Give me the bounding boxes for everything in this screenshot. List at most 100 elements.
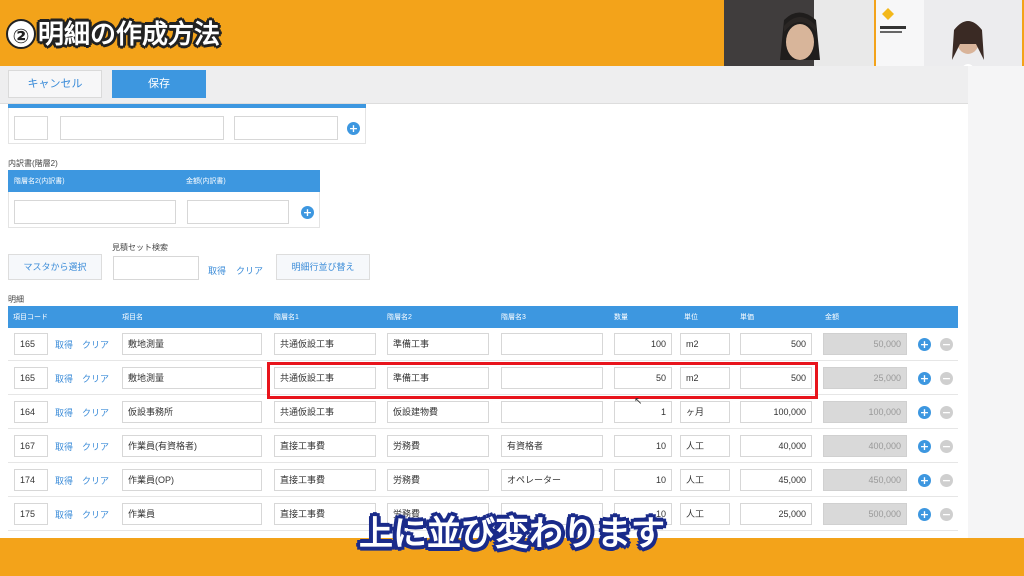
quantity-input[interactable]: 1 bbox=[614, 401, 672, 423]
unit-input[interactable]: 人工 bbox=[680, 435, 730, 457]
item-code-input[interactable]: 167 bbox=[14, 435, 48, 457]
amount-field: 25,000 bbox=[823, 367, 907, 389]
row-clear-link[interactable]: クリア bbox=[82, 372, 109, 385]
row-fetch-link[interactable]: 取得 bbox=[55, 338, 73, 351]
select-from-master-button[interactable]: マスタから選択 bbox=[8, 254, 102, 280]
unit-input[interactable]: m2 bbox=[680, 333, 730, 355]
breakdown-header: 階層名2(内訳書) 金額(内訳書) bbox=[8, 170, 320, 192]
estimate-fetch-link[interactable]: 取得 bbox=[208, 264, 226, 277]
item-name-input[interactable]: 仮設事務所 bbox=[122, 401, 262, 423]
section-title: ② 明細の作成方法 bbox=[6, 14, 220, 51]
level2-input[interactable]: 準備工事 bbox=[387, 333, 489, 355]
breakdown-amount-input[interactable] bbox=[187, 200, 289, 224]
col-item-name: 項目名 bbox=[122, 314, 143, 321]
item-code-input[interactable]: 164 bbox=[14, 401, 48, 423]
amount-field: 450,000 bbox=[823, 469, 907, 491]
unit-input[interactable]: ヶ月 bbox=[680, 401, 730, 423]
amount-field: 50,000 bbox=[823, 333, 907, 355]
item-name-input[interactable]: 作業員(OP) bbox=[122, 469, 262, 491]
level1-name-input[interactable] bbox=[60, 116, 224, 140]
cancel-button[interactable]: キャンセル bbox=[8, 70, 102, 98]
level3-input[interactable]: オペレーター bbox=[501, 469, 603, 491]
table-row: 165 取得 クリア 敷地測量 共通仮設工事 準備工事 100 m2 500 5… bbox=[8, 328, 958, 361]
level2-input[interactable]: 労務費 bbox=[387, 469, 489, 491]
col-unit-price: 単価 bbox=[740, 314, 754, 321]
caption-subtitle: 上に並び変わります bbox=[359, 514, 665, 554]
estimate-search-label: 見積セット検索 bbox=[112, 243, 168, 252]
mouse-cursor-icon: ↖ bbox=[634, 396, 643, 407]
remove-row-icon[interactable]: − bbox=[940, 474, 953, 487]
add-row-icon[interactable]: + bbox=[918, 440, 931, 453]
quantity-input[interactable]: 10 bbox=[614, 435, 672, 457]
col-level2: 階層名2 bbox=[387, 314, 412, 321]
amount-field: 100,000 bbox=[823, 401, 907, 423]
breakdown-section-label: 内訳書(階層2) bbox=[8, 159, 58, 168]
item-code-input[interactable]: 174 bbox=[14, 469, 48, 491]
quantity-input[interactable]: 100 bbox=[614, 333, 672, 355]
breakdown-col-name: 階層名2(内訳書) bbox=[14, 178, 65, 185]
item-name-input[interactable]: 敷地測量 bbox=[122, 333, 262, 355]
remove-row-icon[interactable]: − bbox=[940, 338, 953, 351]
item-code-input[interactable]: 165 bbox=[14, 367, 48, 389]
item-code-input[interactable]: 165 bbox=[14, 333, 48, 355]
item-name-input[interactable]: 敷地測量 bbox=[122, 367, 262, 389]
level1-code-input[interactable] bbox=[14, 116, 48, 140]
row-fetch-link[interactable]: 取得 bbox=[55, 406, 73, 419]
details-section-label: 明細 bbox=[8, 295, 24, 304]
level3-input[interactable] bbox=[501, 333, 603, 355]
level3-input[interactable]: 有資格者 bbox=[501, 435, 603, 457]
col-amount: 金額 bbox=[825, 314, 839, 321]
estimate-clear-link[interactable]: クリア bbox=[236, 264, 263, 277]
level2-input[interactable]: 仮設建物費 bbox=[387, 401, 489, 423]
breakdown-col-amount: 金額(内訳書) bbox=[186, 178, 226, 185]
remove-row-icon[interactable]: − bbox=[940, 406, 953, 419]
level1-input[interactable]: 直接工事費 bbox=[274, 435, 376, 457]
title-number: ② bbox=[6, 19, 36, 49]
title-text: 明細の作成方法 bbox=[38, 20, 221, 50]
level1-amount-input[interactable] bbox=[234, 116, 338, 140]
details-header: 項目コード 項目名 階層名1 階層名2 階層名3 数量 単位 単価 金額 bbox=[8, 306, 958, 328]
row-clear-link[interactable]: クリア bbox=[82, 440, 109, 453]
table-row: 167 取得 クリア 作業員(有資格者) 直接工事費 労務費 有資格者 10 人… bbox=[8, 430, 958, 463]
estimate-search-input[interactable] bbox=[113, 256, 199, 280]
unit-price-input[interactable]: 100,000 bbox=[740, 401, 812, 423]
quantity-input[interactable]: 10 bbox=[614, 469, 672, 491]
form-content: + 内訳書(階層2) 階層名2(内訳書) 金額(内訳書) + 見積セット検索 マ… bbox=[0, 104, 968, 538]
level1-input[interactable]: 共通仮設工事 bbox=[274, 401, 376, 423]
col-level1: 階層名1 bbox=[274, 314, 299, 321]
save-button[interactable]: 保存 bbox=[112, 70, 206, 98]
remove-row-icon[interactable]: − bbox=[940, 372, 953, 385]
add-row-icon[interactable]: + bbox=[918, 474, 931, 487]
row-clear-link[interactable]: クリア bbox=[82, 474, 109, 487]
level3-input[interactable] bbox=[501, 401, 603, 423]
add-breakdown-row-icon[interactable]: + bbox=[301, 206, 314, 219]
unit-price-input[interactable]: 40,000 bbox=[740, 435, 812, 457]
unit-price-input[interactable]: 500 bbox=[740, 333, 812, 355]
breakdown-name-input[interactable] bbox=[14, 200, 176, 224]
add-row-icon[interactable]: + bbox=[918, 406, 931, 419]
col-quantity: 数量 bbox=[614, 314, 628, 321]
add-row-icon[interactable]: + bbox=[918, 372, 931, 385]
add-row-icon[interactable]: + bbox=[918, 338, 931, 351]
level1-input[interactable]: 直接工事費 bbox=[274, 469, 376, 491]
row-fetch-link[interactable]: 取得 bbox=[55, 474, 73, 487]
reorder-rows-button[interactable]: 明細行並び替え bbox=[276, 254, 370, 280]
video-frame: ② 明細の作成方法 キャンセル 保存 + 内訳書(階層2) 階層名2(内訳書) … bbox=[0, 0, 1024, 576]
add-level1-row-icon[interactable]: + bbox=[347, 122, 360, 135]
app-side-margin bbox=[968, 66, 1024, 538]
level1-input[interactable]: 共通仮設工事 bbox=[274, 333, 376, 355]
item-name-input[interactable]: 作業員(有資格者) bbox=[122, 435, 262, 457]
unit-input[interactable]: 人工 bbox=[680, 469, 730, 491]
unit-price-input[interactable]: 45,000 bbox=[740, 469, 812, 491]
row-fetch-link[interactable]: 取得 bbox=[55, 440, 73, 453]
col-level3: 階層名3 bbox=[501, 314, 526, 321]
remove-row-icon[interactable]: − bbox=[940, 440, 953, 453]
col-item-code: 項目コード bbox=[13, 314, 48, 321]
amount-field: 400,000 bbox=[823, 435, 907, 457]
table-row: 174 取得 クリア 作業員(OP) 直接工事費 労務費 オペレーター 10 人… bbox=[8, 464, 958, 497]
row-clear-link[interactable]: クリア bbox=[82, 406, 109, 419]
app-window: キャンセル 保存 + 内訳書(階層2) 階層名2(内訳書) 金額(内訳書) + … bbox=[0, 66, 968, 538]
level2-input[interactable]: 労務費 bbox=[387, 435, 489, 457]
row-fetch-link[interactable]: 取得 bbox=[55, 372, 73, 385]
row-clear-link[interactable]: クリア bbox=[82, 338, 109, 351]
